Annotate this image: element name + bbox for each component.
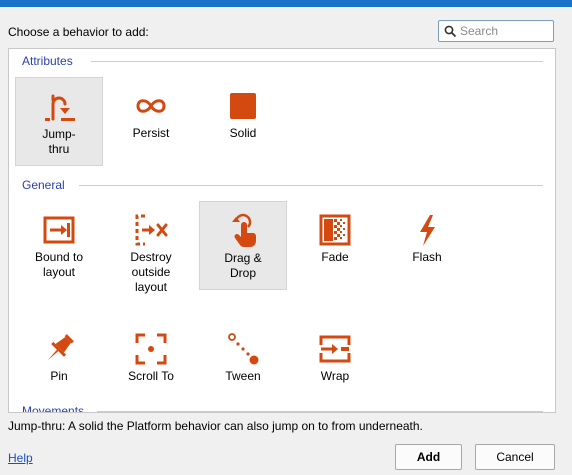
behavior-flash[interactable]: Flash — [383, 201, 471, 290]
behavior-wrap[interactable]: Wrap — [291, 320, 379, 409]
behavior-label: Scroll To — [128, 369, 174, 383]
title-bar-strip — [0, 0, 572, 7]
flash-icon — [420, 215, 435, 246]
category-movements: Movements — [22, 404, 85, 413]
add-button[interactable]: Add — [395, 444, 462, 470]
wrap-icon — [319, 335, 351, 363]
behavior-label: Pin — [50, 369, 68, 383]
persist-icon — [136, 99, 166, 113]
behavior-label: Flash — [412, 250, 442, 264]
behavior-list[interactable]: Attributes Jump- thru Persist Solid Gene… — [8, 48, 556, 413]
behavior-label: Destroy outside layout — [130, 250, 172, 294]
behavior-solid[interactable]: Solid — [199, 77, 287, 166]
behavior-label: Jump- thru — [42, 127, 76, 156]
category-divider — [97, 411, 543, 412]
search-box[interactable] — [438, 20, 554, 42]
behavior-label: Solid — [229, 126, 257, 140]
behavior-persist[interactable]: Persist — [107, 77, 195, 166]
bound-to-layout-icon — [43, 216, 75, 244]
scroll-to-icon — [135, 333, 167, 365]
behavior-label: Tween — [225, 369, 261, 383]
behavior-bound-to-layout[interactable]: Bound to layout — [15, 201, 103, 290]
jump-thru-icon — [45, 94, 75, 121]
help-link[interactable]: Help — [8, 451, 33, 465]
behavior-description: Jump-thru: A solid the Platform behavior… — [8, 419, 423, 433]
behavior-jump-thru[interactable]: Jump- thru — [15, 77, 103, 166]
behavior-destroy-outside-layout[interactable]: Destroy outside layout — [107, 201, 195, 294]
behavior-tween[interactable]: Tween — [199, 320, 287, 409]
search-icon — [444, 25, 457, 38]
behavior-pin[interactable]: Pin — [15, 320, 103, 409]
destroy-outside-layout-icon — [135, 214, 168, 246]
drag-drop-icon — [232, 213, 256, 247]
pin-icon — [47, 334, 74, 361]
behavior-label: Persist — [132, 126, 170, 140]
cancel-button[interactable]: Cancel — [475, 444, 555, 470]
behavior-label: Wrap — [320, 369, 350, 383]
behavior-drag-drop[interactable]: Drag & Drop — [199, 201, 287, 290]
category-general: General — [22, 178, 65, 192]
tween-icon — [228, 333, 259, 365]
behavior-label: Fade — [321, 250, 349, 264]
behavior-label: Drag & Drop — [224, 251, 262, 280]
fade-icon — [319, 214, 351, 246]
behavior-label: Bound to layout — [34, 250, 84, 279]
dialog-prompt: Choose a behavior to add: — [8, 25, 149, 39]
category-divider — [91, 61, 543, 62]
behavior-scroll-to[interactable]: Scroll To — [107, 320, 195, 409]
category-attributes: Attributes — [22, 54, 73, 68]
search-input[interactable] — [460, 23, 550, 39]
solid-icon — [230, 93, 256, 119]
behavior-fade[interactable]: Fade — [291, 201, 379, 290]
category-divider — [79, 185, 543, 186]
